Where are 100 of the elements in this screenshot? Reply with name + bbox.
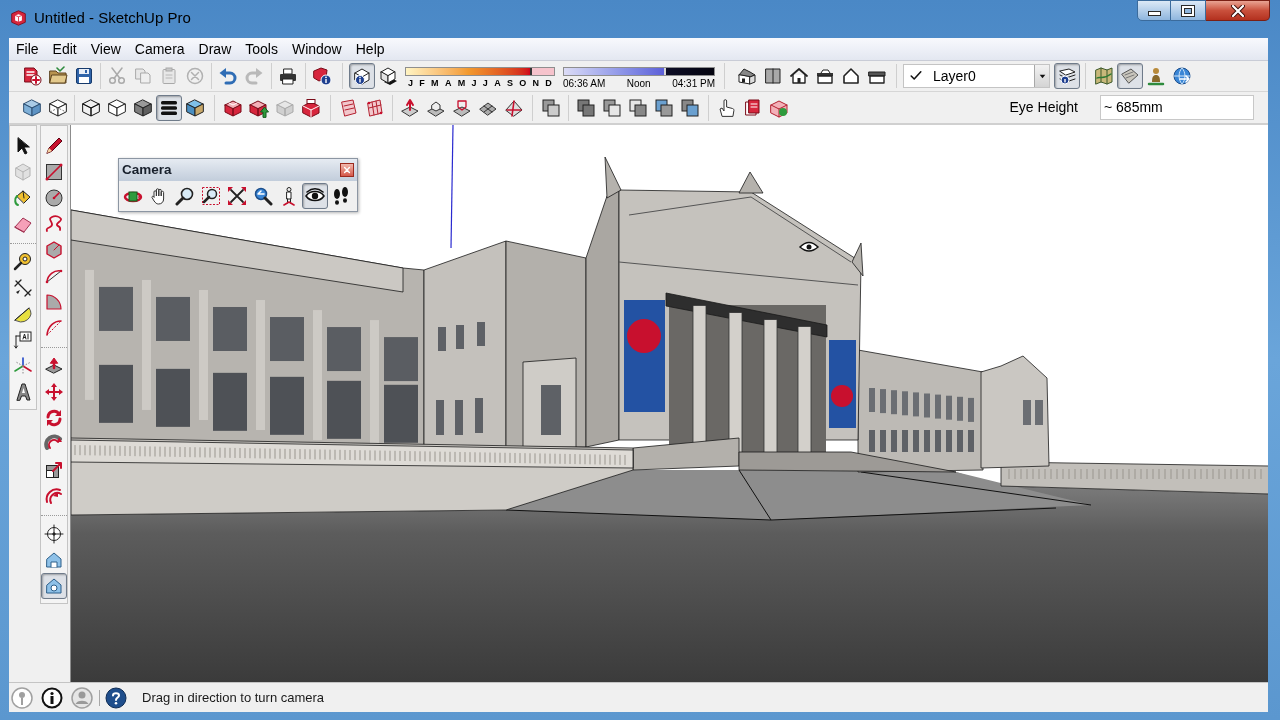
window — [957, 396, 963, 421]
window — [270, 376, 304, 435]
window — [968, 397, 974, 422]
toolbar-button[interactable] — [1054, 63, 1080, 89]
translucent-cube-icon — [22, 97, 42, 118]
roof-ornament — [738, 171, 764, 194]
toolbar-button[interactable] — [349, 63, 375, 89]
measurement-field[interactable]: ~ 685mm — [1100, 95, 1254, 120]
window — [213, 307, 247, 351]
textured-cube-icon — [185, 97, 205, 118]
outline-over-plane-icon — [452, 97, 472, 118]
caret-icon — [1037, 72, 1047, 80]
close-button[interactable] — [340, 163, 354, 177]
month-slider[interactable] — [405, 67, 555, 76]
resize-squares-icon — [44, 460, 64, 480]
menu-item[interactable]: View — [83, 39, 128, 59]
overlapping-boxes-icon — [628, 97, 648, 118]
month-label: N — [532, 78, 540, 88]
overlapping-boxes-icon — [541, 97, 561, 118]
help-icon — [105, 686, 127, 709]
dashed-frame-magnifier-icon — [201, 186, 221, 206]
window — [384, 337, 418, 382]
close-icon — [343, 166, 351, 174]
menu-item[interactable]: Tools — [238, 39, 285, 59]
menu-item[interactable]: Camera — [127, 39, 192, 59]
folder-icon — [48, 66, 68, 86]
window — [902, 391, 908, 416]
tilted-sheet-icon — [1120, 66, 1140, 86]
window — [156, 368, 190, 427]
menu-item[interactable]: Window — [284, 39, 349, 59]
move-arrows-icon — [44, 382, 64, 402]
month-label: A — [444, 78, 452, 88]
menu-item[interactable]: File — [9, 39, 46, 59]
roof-ornament — [604, 156, 622, 199]
window — [935, 394, 941, 419]
window — [935, 430, 941, 452]
printer-icon — [278, 66, 298, 86]
info-icon — [41, 686, 63, 709]
lined-sheet-icon — [339, 97, 359, 118]
menu-item[interactable]: Draw — [191, 39, 239, 59]
window — [946, 395, 952, 420]
check-icon — [910, 70, 922, 82]
double-arc-icon — [44, 486, 64, 506]
house-side-icon — [815, 66, 835, 86]
cube-icon — [13, 162, 33, 182]
letter-icon — [13, 382, 33, 402]
wireframe-cube-icon — [81, 97, 101, 118]
help-button[interactable] — [104, 685, 128, 710]
diagonal-arrows-icon — [227, 186, 247, 206]
month-label: D — [545, 78, 552, 88]
drawing-area[interactable] — [70, 125, 1268, 682]
minimize-button[interactable] — [1137, 0, 1171, 21]
arc-chord-icon — [44, 318, 64, 338]
scissors-icon — [107, 66, 127, 86]
month-label: A — [494, 78, 501, 88]
window — [438, 327, 446, 351]
style-button[interactable] — [156, 94, 182, 121]
status-message: Drag in direction to turn camera — [142, 688, 325, 707]
window — [156, 296, 190, 341]
house-front-icon — [789, 66, 809, 86]
window — [1023, 400, 1031, 425]
house-outline-icon — [841, 66, 861, 86]
window — [924, 430, 930, 452]
window — [891, 430, 897, 452]
maximize-button[interactable] — [1171, 0, 1206, 21]
window — [880, 389, 886, 414]
month-label: S — [506, 78, 513, 88]
menu-item[interactable]: Help — [348, 39, 392, 59]
layer-dropdown[interactable]: Layer0 — [903, 64, 1050, 88]
window — [270, 317, 304, 361]
info-button[interactable] — [40, 685, 64, 710]
measurement-label: Eye Height — [1009, 98, 1078, 117]
tool-button[interactable] — [302, 183, 328, 209]
menu-item[interactable]: Edit — [45, 39, 84, 59]
undo-arrow-icon — [218, 66, 238, 86]
roof-ornament — [851, 242, 864, 277]
window — [436, 400, 444, 435]
window — [924, 393, 930, 418]
location-button[interactable] — [10, 685, 34, 710]
window — [913, 392, 919, 417]
window — [902, 430, 908, 452]
overlapping-boxes-icon — [680, 97, 700, 118]
dropdown-button[interactable] — [1034, 65, 1049, 87]
new-file-icon — [22, 66, 42, 86]
time-label: 04:31 PM — [672, 78, 715, 89]
rotate-arrows-icon — [44, 408, 64, 428]
close-button[interactable] — [1206, 0, 1270, 21]
arrow-up-plane-icon — [44, 356, 64, 376]
time-label: Noon — [626, 78, 651, 89]
box-lid-icon — [301, 97, 321, 118]
clipboard-icon — [159, 66, 179, 86]
footprints-icon — [331, 186, 351, 206]
panel-title: Camera — [122, 160, 172, 179]
freehand-curve-icon — [44, 214, 64, 234]
time-slider[interactable] — [563, 67, 715, 76]
map-icon — [1094, 66, 1114, 86]
overlapping-boxes-icon — [576, 97, 596, 118]
window — [477, 322, 485, 346]
circle-x-icon — [185, 66, 205, 86]
polygon-icon — [44, 240, 64, 260]
